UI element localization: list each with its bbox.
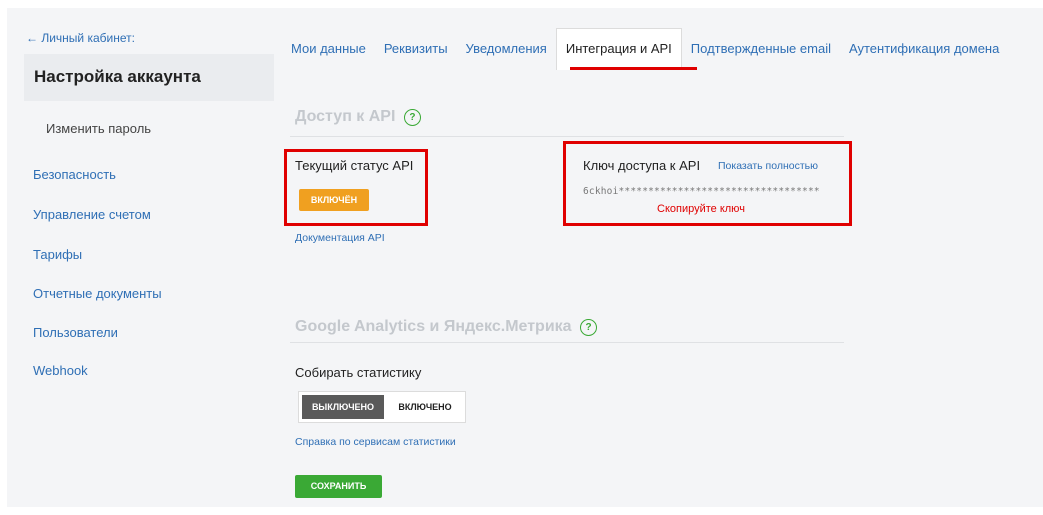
api-docs-link[interactable]: Документация API [295, 232, 385, 244]
tab-my-data[interactable]: Мои данные [282, 29, 375, 69]
tab-confirmed-email[interactable]: Подтвержденные email [682, 29, 840, 69]
sidebar-title: Настройка аккаунта [34, 67, 201, 86]
sidebar-item-tariffs[interactable]: Тарифы [33, 247, 82, 262]
tab-integration-api[interactable]: Интеграция и API [555, 28, 682, 70]
sidebar-item-webhook[interactable]: Webhook [33, 363, 88, 378]
active-tab-highlight [570, 67, 697, 70]
toggle-off-option[interactable]: ВЫКЛЮЧЕНО [302, 395, 384, 419]
help-icon[interactable]: ? [580, 319, 598, 336]
sidebar-item-reports[interactable]: Отчетные документы [33, 286, 162, 301]
highlight-box-key [563, 141, 852, 226]
tab-requisites[interactable]: Реквизиты [375, 29, 457, 69]
highlight-box-status [284, 149, 428, 226]
help-icon[interactable]: ? [403, 109, 421, 126]
collect-stats-label: Собирать статистику [295, 365, 422, 380]
sidebar-item-users[interactable]: Пользователи [33, 325, 118, 340]
tab-notifications[interactable]: Уведомления [457, 29, 556, 69]
api-divider [290, 136, 844, 137]
back-link[interactable]: ← Личный кабинет: [26, 31, 135, 45]
api-section-title: Доступ к API ? [295, 108, 421, 126]
api-section-title-text: Доступ к API [295, 108, 396, 125]
sidebar-item-security[interactable]: Безопасность [33, 167, 116, 182]
tab-bar: Мои данные Реквизиты Уведомления Интегра… [282, 28, 1008, 70]
sidebar-item-change-password[interactable]: Изменить пароль [46, 121, 151, 136]
toggle-on-option[interactable]: ВКЛЮЧЕНО [387, 395, 463, 419]
save-button[interactable]: СОХРАНИТЬ [295, 475, 382, 498]
analytics-section-title: Google Analytics и Яндекс.Метрика ? [295, 318, 598, 336]
collect-stats-toggle: ВЫКЛЮЧЕНО ВКЛЮЧЕНО [298, 391, 466, 423]
analytics-section-title-text: Google Analytics и Яндекс.Метрика [295, 318, 572, 335]
analytics-divider [290, 342, 844, 343]
stats-help-link[interactable]: Справка по сервисам статистики [295, 436, 456, 448]
sidebar-item-account-management[interactable]: Управление счетом [33, 207, 151, 222]
tab-domain-auth[interactable]: Аутентификация домена [840, 29, 1008, 69]
